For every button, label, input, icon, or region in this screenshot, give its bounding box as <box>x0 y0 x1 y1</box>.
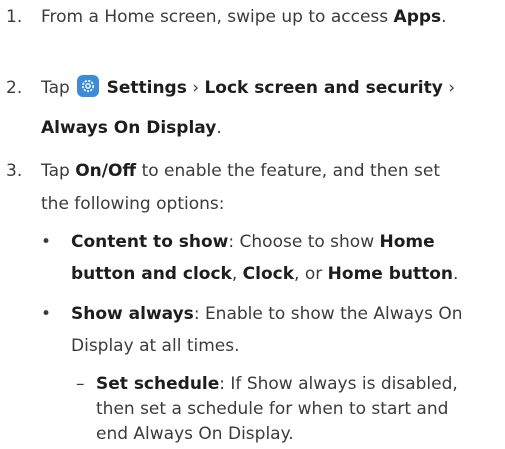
step-number: 2. <box>6 78 23 98</box>
always-on-display-label: Always On Display <box>41 118 217 138</box>
apps-label: Apps <box>393 7 442 27</box>
gear-icon <box>77 75 100 97</box>
bullet-text: Content to show: Choose to show Home <box>71 232 435 252</box>
bullet-text-line2: button and clock, Clock, or Home button. <box>71 264 459 284</box>
subitem-text-line3: end Always On Display. <box>96 424 294 444</box>
step-text: Tap Settings › Lock screen and security … <box>41 73 455 103</box>
step-text-line2: Always On Display. <box>41 118 222 138</box>
step-number: 3. <box>6 161 23 181</box>
bullet-text-line2: Display at all times. <box>71 336 240 356</box>
step-text: From a Home screen, swipe up to access A… <box>41 7 447 27</box>
lock-screen-label: Lock screen and security <box>204 78 443 98</box>
on-off-label: On/Off <box>75 161 137 181</box>
step-number: 1. <box>6 7 23 27</box>
dash-marker: – <box>76 374 85 394</box>
bullet-text: Show always: Enable to show the Always O… <box>71 304 463 324</box>
bullet-marker: • <box>41 232 52 252</box>
bullet-marker: • <box>41 304 52 324</box>
step-text: Tap On/Off to enable the feature, and th… <box>41 161 441 181</box>
step-text-line2: the following options: <box>41 194 225 214</box>
settings-label: Settings <box>106 78 187 98</box>
